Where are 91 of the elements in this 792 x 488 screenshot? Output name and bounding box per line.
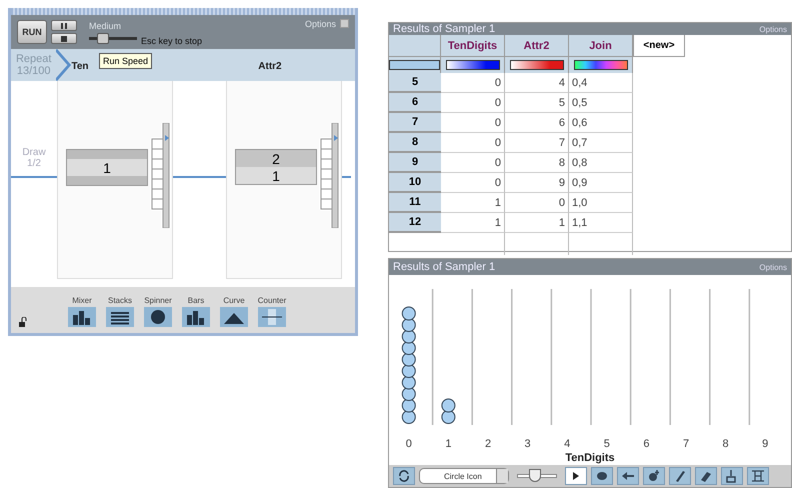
- table-cell: 1: [441, 213, 505, 233]
- row-index: 10: [389, 173, 441, 193]
- row-index: 7: [389, 113, 441, 133]
- eraser-tool-icon[interactable]: [695, 467, 717, 485]
- table-cell: 4: [505, 73, 569, 93]
- reel-value: 1: [103, 160, 111, 176]
- reel-value: 1: [272, 168, 280, 184]
- pointer-tool-icon[interactable]: [565, 467, 587, 485]
- panel-title: Results of Sampler 1: [393, 261, 496, 273]
- row-index: 12: [389, 213, 441, 233]
- unlock-icon[interactable]: [19, 317, 29, 327]
- table-cell: 0: [441, 113, 505, 133]
- axis-tick-label: 3: [524, 438, 531, 450]
- device-tool[interactable]: Mixer: [63, 296, 101, 327]
- number-reel[interactable]: 2 1: [235, 149, 317, 185]
- column-header[interactable]: TenDigits: [441, 35, 505, 57]
- column-header[interactable]: Attr2: [505, 35, 569, 57]
- device-header: Attr2: [258, 61, 282, 72]
- table-cell: 0,6: [569, 113, 633, 133]
- table-cell: 0,4: [569, 73, 633, 93]
- axis-tick-label: 0: [406, 438, 412, 450]
- new-column-header[interactable]: <new>: [633, 35, 685, 57]
- size-slider[interactable]: [517, 469, 557, 483]
- table-cell: 1,1: [569, 213, 633, 233]
- row-index: 5: [389, 73, 441, 93]
- device-tool[interactable]: Curve: [215, 296, 253, 327]
- pause-icon: [61, 22, 67, 28]
- tooltip: Run Speed: [99, 53, 152, 69]
- table-cell: 6: [505, 113, 569, 133]
- row-index: 8: [389, 133, 441, 153]
- table-cell: 0: [441, 73, 505, 93]
- device-tool[interactable]: Counter: [253, 296, 291, 327]
- column-header[interactable]: Join: [569, 35, 633, 57]
- draw-label: Draw: [22, 147, 46, 158]
- table-cell: 5: [505, 93, 569, 113]
- axis-tick-label: 7: [682, 438, 690, 450]
- device-tool[interactable]: Stacks: [101, 296, 139, 327]
- table-cell: 0,8: [569, 153, 633, 173]
- row-index: 11: [389, 193, 441, 213]
- reel-value: 2: [272, 150, 280, 166]
- table-cell: 0,5: [569, 93, 633, 113]
- device-tool[interactable]: Spinner: [139, 296, 177, 327]
- table-cell: 0: [441, 133, 505, 153]
- slider-thumb[interactable]: [97, 32, 110, 44]
- chevron-icon: [56, 49, 72, 81]
- table-cell: 1: [505, 213, 569, 233]
- table-cell: 0: [441, 173, 505, 193]
- pencil-tool-icon[interactable]: [669, 467, 691, 485]
- table-cell: 9: [505, 173, 569, 193]
- stop-icon: [61, 36, 67, 42]
- axis-tick-label: 2: [484, 438, 492, 450]
- axis-tick-label: 9: [762, 438, 768, 450]
- speed-label: Medium: [89, 20, 122, 30]
- table-cell: 7: [505, 133, 569, 153]
- arrow-tool-icon[interactable]: [617, 467, 639, 485]
- repeat-count: 13/100: [16, 65, 50, 77]
- stop-button[interactable]: [51, 33, 77, 44]
- number-reel[interactable]: 1: [66, 149, 148, 186]
- table-cell: 8: [505, 153, 569, 173]
- table-cell: 0: [441, 93, 505, 113]
- color-key: [574, 60, 628, 70]
- table-cell: 1: [441, 193, 505, 213]
- speed-slider[interactable]: [89, 32, 137, 44]
- axis-tick-label: 4: [564, 438, 570, 450]
- device-header: Ten: [71, 61, 89, 72]
- axis-tick-label: 5: [604, 438, 610, 450]
- axis-tick-label: 8: [722, 438, 729, 450]
- table-cell: 0,9: [569, 173, 633, 193]
- table-cell: 0,7: [569, 133, 633, 153]
- axis-tick-label: 1: [445, 438, 452, 450]
- pause-button[interactable]: [51, 20, 77, 31]
- axis-title: TenDigits: [565, 452, 615, 464]
- table-cell: 0: [441, 153, 505, 173]
- icon-select[interactable]: Circle Icon: [419, 468, 509, 484]
- row-index: 6: [389, 93, 441, 113]
- repeat-label: Repeat: [16, 53, 52, 65]
- row-index: 9: [389, 153, 441, 173]
- slider-thumb[interactable]: [529, 469, 541, 482]
- table-cell: 1,0: [569, 193, 633, 213]
- color-key: [389, 60, 440, 70]
- text-tool-icon[interactable]: [747, 467, 769, 485]
- device-tool[interactable]: Bars: [177, 296, 215, 327]
- refresh-icon[interactable]: [393, 467, 415, 485]
- dot-stack: [441, 398, 456, 424]
- panel-title: Results of Sampler 1: [393, 23, 496, 35]
- run-button[interactable]: RUN: [17, 20, 47, 44]
- add-tool-icon[interactable]: [643, 467, 665, 485]
- stop-hint: Esc key to stop: [141, 36, 202, 46]
- table-cell: 0: [505, 193, 569, 213]
- axis-tick-label: 6: [643, 438, 650, 450]
- draw-count: 1/2: [27, 158, 41, 169]
